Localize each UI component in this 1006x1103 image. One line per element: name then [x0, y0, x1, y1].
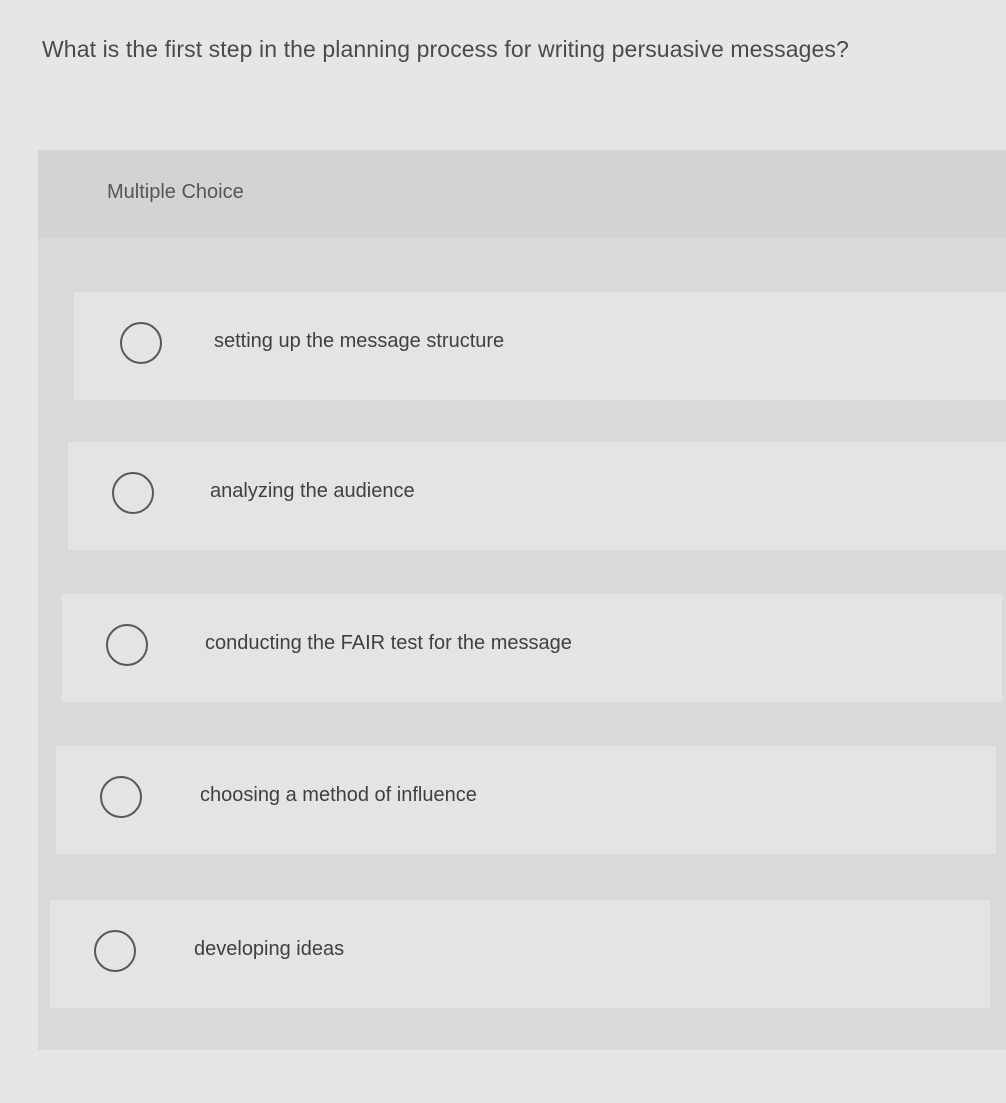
- answer-option-label: analyzing the audience: [210, 480, 415, 502]
- radio-button[interactable]: [120, 322, 162, 364]
- radio-button[interactable]: [106, 624, 148, 666]
- answer-option-1[interactable]: setting up the message structure: [74, 292, 1006, 400]
- multiple-choice-panel: Multiple Choice setting up the message s…: [38, 150, 1006, 1050]
- answer-option-label: choosing a method of influence: [200, 784, 477, 806]
- multiple-choice-header: Multiple Choice: [38, 150, 1006, 238]
- answer-option-4[interactable]: choosing a method of influence: [56, 746, 996, 854]
- radio-button[interactable]: [100, 776, 142, 818]
- answer-option-label: setting up the message structure: [214, 330, 505, 352]
- radio-button[interactable]: [94, 930, 136, 972]
- answer-option-label: developing ideas: [194, 938, 345, 960]
- answer-option-3[interactable]: conducting the FAIR test for the message: [62, 594, 1002, 702]
- answer-option-label: conducting the FAIR test for the message: [205, 632, 572, 654]
- answer-option-5[interactable]: developing ideas: [50, 900, 990, 1008]
- question-text: What is the first step in the planning p…: [42, 36, 849, 62]
- answer-option-2[interactable]: analyzing the audience: [68, 442, 1006, 550]
- radio-button[interactable]: [112, 472, 154, 514]
- multiple-choice-label: Multiple Choice: [107, 181, 244, 203]
